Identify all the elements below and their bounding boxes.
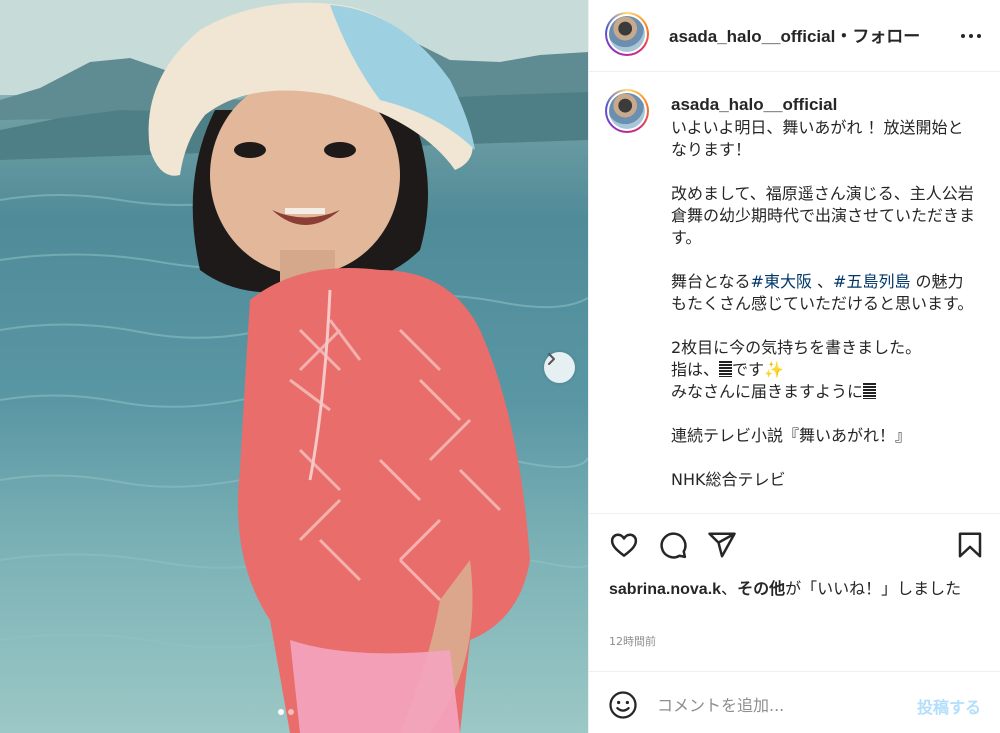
post-side-panel: asada_halo__official・フォロー中 asada_halo__o… xyxy=(588,0,1000,733)
share-button[interactable] xyxy=(707,530,737,560)
caption-line: みなさんに届きますように xyxy=(671,382,864,401)
hashtag-link[interactable]: #五島列島 xyxy=(833,272,910,291)
like-button[interactable] xyxy=(609,530,639,560)
caption-line: いよいよ明日、舞いあがれ ！放送開始となります！ xyxy=(671,118,964,159)
hashtag-link[interactable]: #東大阪 xyxy=(751,272,812,291)
carousel-indicator xyxy=(278,709,294,715)
photo-illustration xyxy=(0,0,588,733)
header-username[interactable]: asada_halo__official xyxy=(669,27,835,46)
caption-line: 2枚目に今の気持ちを書きました。 xyxy=(671,338,922,357)
caption-text-fragment: 舞台となる xyxy=(671,272,751,291)
emoji-glyph-icon xyxy=(863,383,877,399)
likes-summary: sabrina.nova.k、その他が「いいね！」しました xyxy=(609,578,989,601)
post-timestamp[interactable]: 12時間前 xyxy=(609,633,656,649)
chevron-right-icon xyxy=(548,353,555,365)
action-bar xyxy=(589,513,1000,573)
follow-button[interactable]: フォロー中 xyxy=(852,27,919,46)
emoji-glyph-icon xyxy=(719,361,733,377)
likes-text: が「いいね！」しました xyxy=(785,579,962,598)
comment-input[interactable] xyxy=(657,692,887,718)
carousel-next-button[interactable] xyxy=(544,352,575,383)
caption-text: いよいよ明日、舞いあがれ ！放送開始となります！ 改めまして、福原遥さん演じる、… xyxy=(671,117,976,491)
avatar-image xyxy=(609,16,645,52)
carousel-dot xyxy=(278,709,284,715)
heart-icon xyxy=(610,533,638,557)
more-options-button[interactable] xyxy=(959,24,983,48)
caption-line: 連続テレビ小説『舞いあがれ！』 xyxy=(671,426,912,445)
post-photo[interactable] xyxy=(0,0,588,733)
carousel-dot xyxy=(288,709,294,715)
liker-username[interactable]: sabrina.nova.k xyxy=(609,581,721,598)
header-separator: ・ xyxy=(835,27,853,46)
caption-line: NHK総合テレビ xyxy=(671,470,786,489)
save-button[interactable] xyxy=(955,530,985,560)
caption-text-fragment: です✨ xyxy=(732,360,784,379)
caption-paragraph: 改めまして、福原遥さん演じる、主人公岩倉舞の幼少期時代で出演させていただきます。 xyxy=(671,184,976,247)
post-header: asada_halo__official・フォロー中 xyxy=(589,0,1000,72)
comment-button[interactable] xyxy=(658,530,688,560)
bookmark-icon xyxy=(958,532,982,558)
more-icon xyxy=(961,34,981,38)
header-user-line: asada_halo__official・フォロー中 xyxy=(669,22,919,47)
caption-area: asada_halo__official いよいよ明日、舞いあがれ ！放送開始と… xyxy=(589,73,1000,513)
emoji-button[interactable] xyxy=(608,690,638,720)
emoji-icon xyxy=(609,691,637,719)
share-icon xyxy=(708,532,736,558)
caption-text-fragment: 、 xyxy=(811,272,834,291)
caption-text-fragment: 指は、 xyxy=(671,360,720,379)
avatar[interactable] xyxy=(605,12,649,56)
caption-avatar[interactable] xyxy=(605,89,649,133)
caption-username[interactable]: asada_halo__official xyxy=(671,95,837,115)
comment-bar: 投稿する xyxy=(589,671,1000,733)
likes-others-link[interactable]: その他 xyxy=(737,581,785,598)
post-comment-button[interactable]: 投稿する xyxy=(917,694,981,718)
avatar-image xyxy=(609,93,645,129)
likes-separator: 、 xyxy=(721,579,738,598)
comment-icon xyxy=(660,532,687,559)
